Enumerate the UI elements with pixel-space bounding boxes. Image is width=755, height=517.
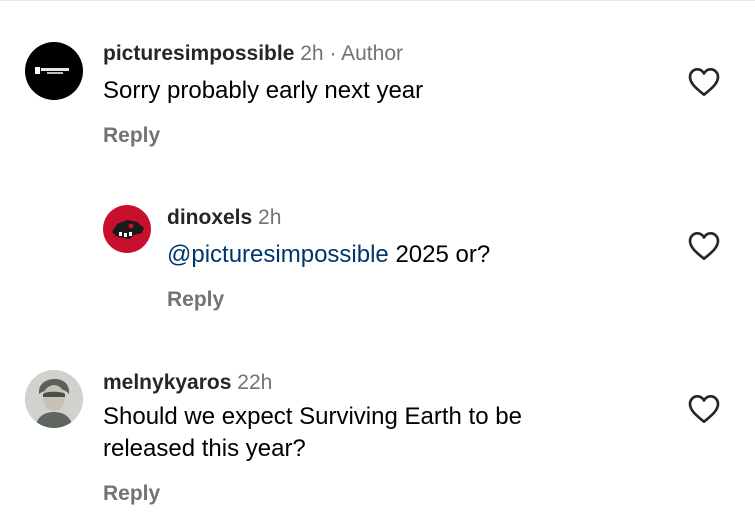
- timestamp[interactable]: 2h: [300, 42, 323, 65]
- like-button[interactable]: [688, 67, 720, 97]
- comment-text: Sorry probably early next year: [103, 77, 424, 104]
- timestamp[interactable]: 2h: [258, 206, 281, 229]
- comment-dinoxels: dinoxels 2h @picturesimpossible 2025 or?…: [0, 170, 755, 330]
- username[interactable]: picturesimpossible: [103, 42, 294, 65]
- comment-meta: melnykyaros 22h: [103, 370, 272, 396]
- avatar[interactable]: [103, 205, 151, 253]
- like-button[interactable]: [688, 394, 720, 424]
- reply-button[interactable]: Reply: [167, 287, 224, 313]
- dinosaur-skull-icon: [112, 220, 144, 239]
- reply-button[interactable]: Reply: [103, 481, 160, 507]
- username[interactable]: melnykyaros: [103, 371, 231, 394]
- username[interactable]: dinoxels: [167, 206, 252, 229]
- avatar[interactable]: [25, 42, 83, 100]
- avatar[interactable]: [25, 370, 83, 428]
- comment-meta: dinoxels 2h: [167, 205, 281, 231]
- author-badge: Author: [341, 42, 403, 65]
- comment-melnykyaros: melnykyaros 22h Should we expect Survivi…: [0, 330, 755, 517]
- comment-meta: picturesimpossible 2h · Author: [103, 41, 403, 67]
- heart-outline-icon: [688, 395, 720, 423]
- avatar-logo-icon: [35, 67, 69, 74]
- comment-body: 2025 or?: [395, 241, 491, 268]
- heart-outline-icon: [688, 232, 720, 260]
- separator: ·: [329, 42, 337, 65]
- comment-text-line-2: released this year?: [103, 435, 306, 462]
- user-photo-icon: [25, 370, 83, 428]
- like-button[interactable]: [688, 231, 720, 261]
- reply-button[interactable]: Reply: [103, 123, 160, 149]
- timestamp[interactable]: 22h: [237, 371, 272, 394]
- heart-outline-icon: [688, 68, 720, 96]
- comment-text: @picturesimpossible 2025 or?: [167, 239, 490, 270]
- mention-link[interactable]: @picturesimpossible: [167, 241, 389, 268]
- comment-text-line-1: Should we expect Surviving Earth to be: [103, 403, 522, 430]
- comment-picturesimpossible: picturesimpossible 2h · Author Sorry pro…: [0, 0, 755, 170]
